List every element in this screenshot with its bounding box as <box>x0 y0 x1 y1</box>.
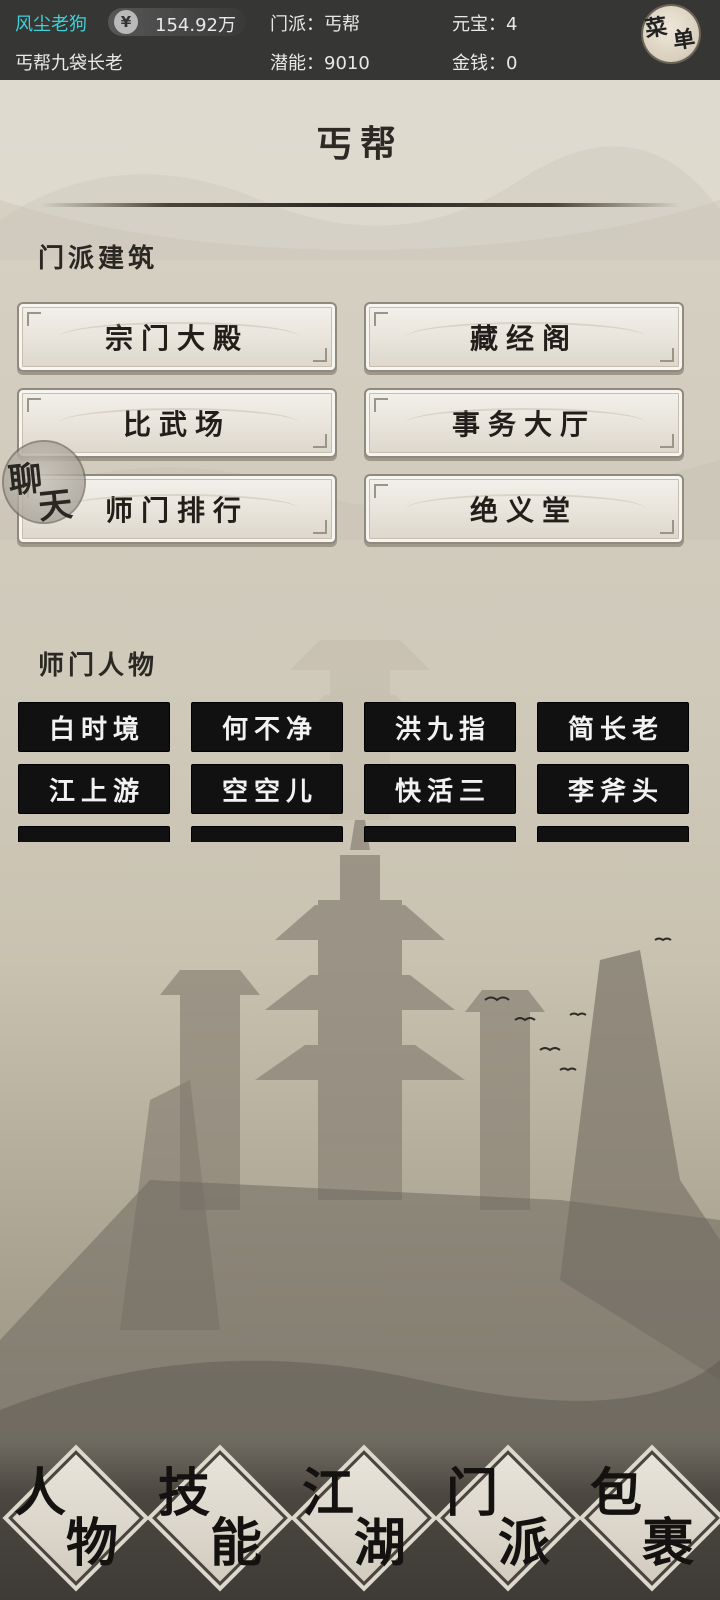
person-button[interactable]: 空空儿 <box>191 764 343 814</box>
people-list[interactable]: 白时境 何不净 洪九指 简长老 江上游 空空儿 快活三 李斧头 <box>18 702 702 842</box>
nav-char-2: 湖 <box>354 1513 407 1574</box>
nav-sect[interactable]: 门 派 <box>436 1450 576 1596</box>
building-label: 比武场 <box>122 408 231 441</box>
building-button-library[interactable]: 藏经阁 <box>364 302 684 372</box>
coin-value: 154.92万 <box>155 15 236 36</box>
chat-char-2: 天 <box>36 484 75 528</box>
nav-char-2: 裹 <box>642 1513 695 1574</box>
nav-char-2: 派 <box>498 1513 551 1574</box>
nav-char-1: 门 <box>446 1463 499 1524</box>
nav-char-2: 能 <box>210 1513 263 1574</box>
nav-skills[interactable]: 技 能 <box>148 1450 288 1596</box>
chat-button[interactable]: 聊 天 <box>4 442 84 528</box>
person-button-partial[interactable] <box>537 826 689 842</box>
buildings-heading: 门派建筑 <box>38 244 159 274</box>
person-button[interactable]: 白时境 <box>18 702 170 752</box>
building-button-main-hall[interactable]: 宗门大殿 <box>17 302 337 372</box>
building-label: 师门排行 <box>104 494 249 527</box>
nav-inventory[interactable]: 包 裹 <box>580 1450 720 1596</box>
menu-char-2: 单 <box>671 25 697 55</box>
person-button[interactable]: 何不净 <box>191 702 343 752</box>
building-label: 宗门大殿 <box>104 322 249 355</box>
person-button[interactable]: 洪九指 <box>364 702 516 752</box>
sect-label: 门派：丐帮 <box>270 14 360 35</box>
nav-char-1: 技 <box>158 1463 211 1524</box>
person-button[interactable]: 简长老 <box>537 702 689 752</box>
page-title: 丐帮 <box>315 123 404 165</box>
nav-char-2: 物 <box>66 1513 119 1574</box>
building-label: 绝义堂 <box>469 494 578 527</box>
coin-balance: ¥ 154.92万 <box>108 8 246 36</box>
person-button-partial[interactable] <box>191 826 343 842</box>
player-name[interactable]: 风尘老狗 <box>15 10 87 36</box>
person-button[interactable]: 快活三 <box>364 764 516 814</box>
building-button-justice-hall[interactable]: 绝义堂 <box>364 474 684 544</box>
building-label: 藏经阁 <box>469 322 578 355</box>
nav-jianghu[interactable]: 江 湖 <box>292 1450 432 1596</box>
bottom-nav: 人 物 技 能 江 湖 门 派 包 裹 <box>0 1440 720 1600</box>
title-divider <box>40 203 680 207</box>
person-button-partial[interactable] <box>364 826 516 842</box>
nav-char-1: 人 <box>14 1463 67 1524</box>
nav-char-1: 包 <box>590 1463 643 1524</box>
building-label: 事务大厅 <box>451 408 596 441</box>
building-button-affairs-hall[interactable]: 事务大厅 <box>364 388 684 458</box>
menu-char-1: 菜 <box>643 13 669 43</box>
people-heading: 师门人物 <box>38 651 159 681</box>
money-label: 金钱：0 <box>452 53 518 74</box>
person-button-partial[interactable] <box>18 826 170 842</box>
person-button[interactable]: 李斧头 <box>537 764 689 814</box>
status-bar: 风尘老狗 ¥ 154.92万 门派：丐帮 元宝：4 丐帮九袋长老 潜能：9010… <box>0 0 720 80</box>
yuanbao-label: 元宝：4 <box>452 14 518 35</box>
nav-character[interactable]: 人 物 <box>4 1450 144 1596</box>
menu-button[interactable]: 菜 单 <box>643 6 699 62</box>
potential-label: 潜能：9010 <box>270 53 370 74</box>
person-button[interactable]: 江上游 <box>18 764 170 814</box>
player-title: 丐帮九袋长老 <box>15 53 123 74</box>
nav-char-1: 江 <box>302 1463 355 1524</box>
coin-icon: ¥ <box>114 10 138 34</box>
